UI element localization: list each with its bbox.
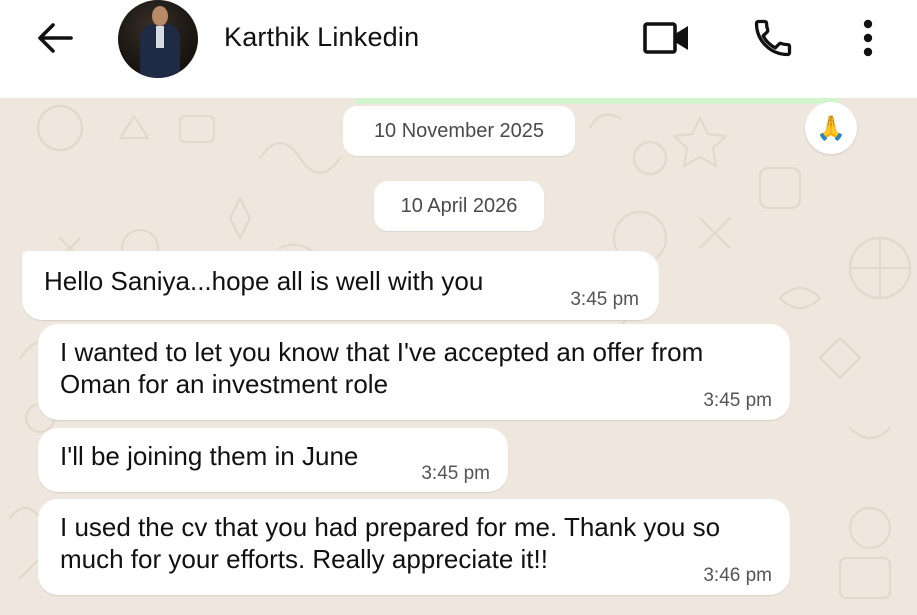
back-arrow-icon — [38, 23, 73, 53]
message-text: Hello Saniya...hope all is well with you — [44, 266, 484, 296]
message-bubble[interactable]: I wanted to let you know that I've accep… — [38, 324, 790, 420]
voice-call-button[interactable] — [748, 14, 798, 62]
phone-icon — [754, 19, 792, 57]
chat-header: Karthik Linkedin — [0, 0, 917, 98]
contact-avatar[interactable] — [118, 0, 198, 78]
avatar-shirt — [156, 26, 164, 48]
video-call-button[interactable] — [640, 14, 694, 62]
reaction-button[interactable]: 🙏 — [805, 102, 857, 154]
avatar-face — [152, 6, 168, 26]
chat-area[interactable]: 10 November 2025 10 April 2026 🙏 Hello S… — [0, 98, 917, 615]
contact-name[interactable]: Karthik Linkedin — [224, 22, 419, 53]
more-options-icon — [863, 19, 873, 57]
message-bubble[interactable]: I used the cv that you had prepared for … — [38, 499, 790, 595]
message-text: I used the cv that you had prepared for … — [60, 512, 721, 574]
folded-hands-emoji-icon: 🙏 — [816, 114, 846, 142]
video-call-icon — [643, 22, 688, 54]
message-bubble[interactable]: Hello Saniya...hope all is well with you… — [22, 251, 659, 320]
date-chip: 10 November 2025 — [343, 106, 575, 156]
message-text: I'll be joining them in June — [60, 441, 359, 471]
back-button[interactable] — [30, 16, 80, 60]
message-timestamp: 3:45 pm — [570, 289, 639, 310]
message-bubble[interactable]: I'll be joining them in June 3:45 pm — [38, 428, 508, 492]
date-chip: 10 April 2026 — [374, 181, 544, 231]
message-text: I wanted to let you know that I've accep… — [60, 337, 704, 399]
more-options-button[interactable] — [850, 14, 886, 62]
message-timestamp: 3:45 pm — [703, 390, 772, 411]
unread-highlight-strip — [355, 98, 840, 104]
message-timestamp: 3:45 pm — [421, 463, 490, 484]
message-timestamp: 3:46 pm — [703, 565, 772, 586]
